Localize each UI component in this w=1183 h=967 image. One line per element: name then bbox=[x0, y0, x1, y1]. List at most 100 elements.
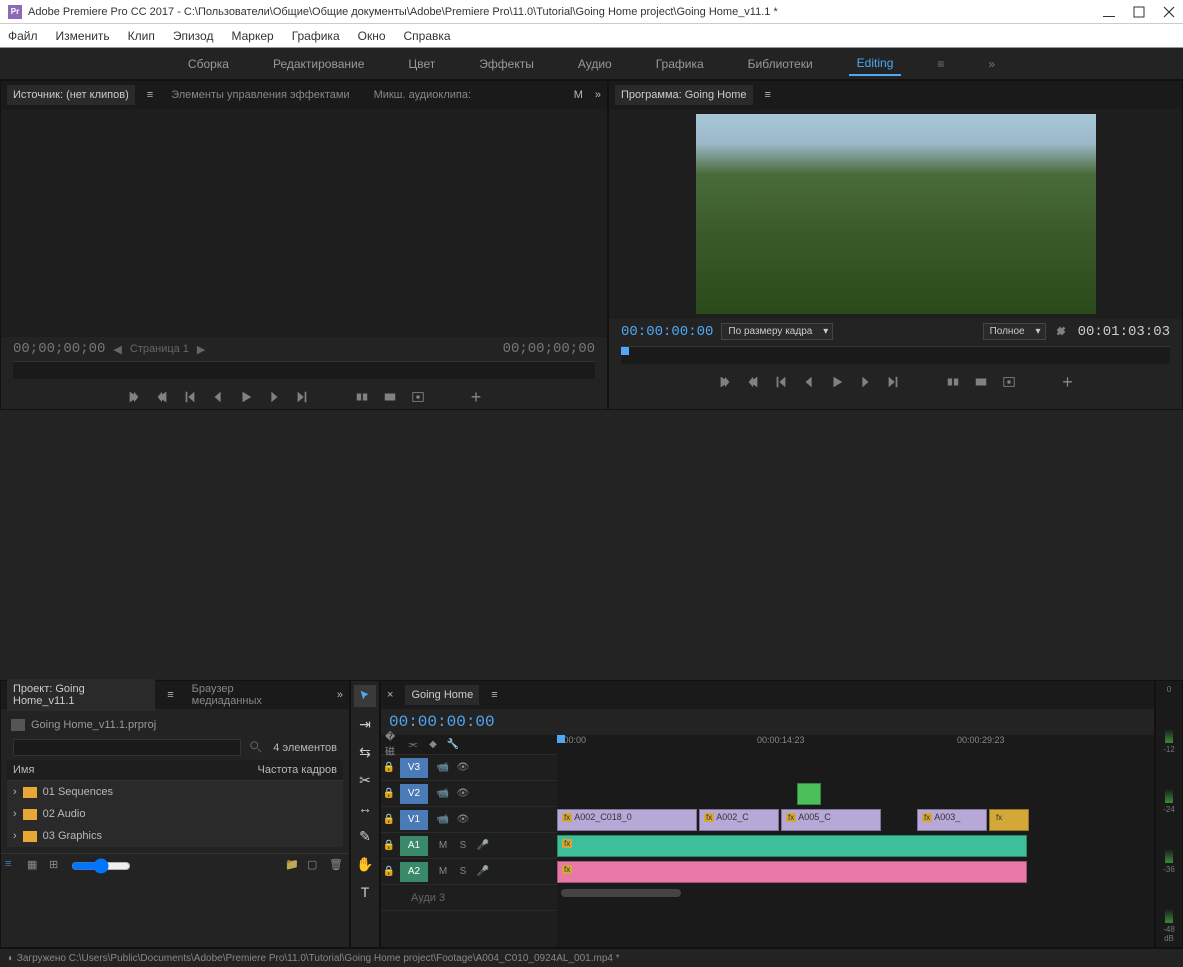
scrollbar-thumb[interactable] bbox=[561, 889, 681, 897]
workspace-effects[interactable]: Эффекты bbox=[471, 53, 542, 75]
minimize-button[interactable] bbox=[1103, 6, 1115, 18]
prog-mark-in-icon[interactable] bbox=[718, 375, 734, 391]
mark-out-icon[interactable] bbox=[155, 390, 171, 406]
timeline-ruler[interactable]: :00:00 00:00:14:23 00:00:29:23 bbox=[557, 735, 1154, 755]
tab-media-browser[interactable]: Браузер медиаданных bbox=[186, 679, 313, 711]
close-button[interactable] bbox=[1163, 6, 1175, 18]
ripple-edit-tool-icon[interactable]: ⇆ bbox=[354, 741, 376, 763]
toggle-output-icon[interactable]: 📹 bbox=[435, 812, 451, 828]
timeline-clip[interactable]: fxA005_C bbox=[781, 809, 881, 831]
zoom-slider[interactable] bbox=[71, 858, 131, 874]
linked-selection-icon[interactable]: ⫘ bbox=[405, 737, 421, 753]
project-menu-icon[interactable]: ≡ bbox=[167, 689, 173, 701]
hand-tool-icon[interactable]: ✋ bbox=[354, 853, 376, 875]
slip-tool-icon[interactable]: ↔ bbox=[354, 797, 376, 819]
razor-tool-icon[interactable]: ✂ bbox=[354, 769, 376, 791]
lock-icon[interactable]: 🔒 bbox=[381, 812, 397, 828]
timeline-tc[interactable]: 00:00:00:00 bbox=[389, 713, 495, 731]
source-add-button-icon[interactable]: + bbox=[471, 387, 482, 408]
source-tc-out[interactable]: 00;00;00;00 bbox=[503, 341, 595, 357]
step-forward-icon[interactable] bbox=[267, 390, 283, 406]
mark-in-icon[interactable] bbox=[127, 390, 143, 406]
delete-icon[interactable]: 🗑 bbox=[329, 858, 345, 874]
menu-sequence[interactable]: Эпизод bbox=[173, 29, 214, 43]
prog-step-back-icon[interactable] bbox=[802, 375, 818, 391]
menu-clip[interactable]: Клип bbox=[128, 29, 155, 43]
toggle-sync-icon[interactable]: 👁 bbox=[455, 786, 471, 802]
project-overflow-icon[interactable]: » bbox=[337, 689, 343, 701]
track-select-tool-icon[interactable]: ⇥ bbox=[354, 713, 376, 735]
go-to-out-icon[interactable] bbox=[295, 390, 311, 406]
solo-button[interactable]: S bbox=[455, 838, 471, 854]
program-add-button-icon[interactable]: + bbox=[1062, 372, 1073, 393]
track-v1[interactable]: V1 bbox=[400, 810, 428, 830]
export-frame-icon[interactable] bbox=[411, 390, 427, 406]
source-overflow-icon[interactable]: » bbox=[595, 89, 601, 101]
timeline-clip[interactable]: fxA002_C bbox=[699, 809, 779, 831]
col-name[interactable]: Имя bbox=[13, 764, 258, 776]
program-playhead[interactable] bbox=[621, 347, 629, 355]
project-search-input[interactable] bbox=[13, 739, 241, 756]
workspace-graphics[interactable]: Графика bbox=[648, 53, 712, 75]
new-bin-icon[interactable]: 📁 bbox=[285, 858, 301, 874]
source-ruler[interactable] bbox=[13, 361, 595, 379]
prog-mark-out-icon[interactable] bbox=[746, 375, 762, 391]
track-a2[interactable]: A2 bbox=[400, 862, 428, 882]
timeline-clip[interactable]: fx bbox=[989, 809, 1029, 831]
program-tc-out[interactable]: 00:01:03:03 bbox=[1078, 324, 1170, 340]
program-menu-icon[interactable]: ≡ bbox=[765, 89, 771, 101]
icon-view-icon[interactable]: ▦ bbox=[27, 858, 43, 874]
prog-play-icon[interactable] bbox=[830, 375, 846, 391]
toggle-sync-icon[interactable]: 👁 bbox=[455, 760, 471, 776]
lock-icon[interactable]: 🔒 bbox=[381, 838, 397, 854]
pen-tool-icon[interactable]: ✎ bbox=[354, 825, 376, 847]
record-icon[interactable]: 🎤 bbox=[475, 864, 491, 880]
timeline-playhead[interactable] bbox=[557, 735, 565, 743]
type-tool-icon[interactable]: T bbox=[354, 881, 376, 903]
workspace-overflow-icon[interactable]: » bbox=[980, 53, 1003, 75]
program-fit-dropdown[interactable]: По размеру кадра bbox=[721, 323, 833, 340]
source-prev-icon[interactable]: ◀ bbox=[113, 343, 121, 356]
workspace-editing-ru[interactable]: Редактирование bbox=[265, 53, 372, 75]
workspace-assembly[interactable]: Сборка bbox=[180, 53, 237, 75]
bin-item[interactable]: › 01 Sequences bbox=[7, 781, 343, 803]
prog-go-to-in-icon[interactable] bbox=[774, 375, 790, 391]
insert-icon[interactable] bbox=[355, 390, 371, 406]
overwrite-icon[interactable] bbox=[383, 390, 399, 406]
track-v3[interactable]: V3 bbox=[400, 758, 428, 778]
expand-icon[interactable]: › bbox=[13, 808, 17, 820]
tab-effect-controls[interactable]: Элементы управления эффектами bbox=[165, 85, 355, 105]
lock-icon[interactable]: 🔒 bbox=[381, 864, 397, 880]
mute-button[interactable]: M bbox=[435, 864, 451, 880]
tab-source[interactable]: Источник: (нет клипов) bbox=[7, 85, 135, 105]
maximize-button[interactable] bbox=[1133, 6, 1145, 18]
selection-tool-icon[interactable] bbox=[354, 685, 376, 707]
track-a1[interactable]: A1 bbox=[400, 836, 428, 856]
expand-icon[interactable]: › bbox=[13, 830, 17, 842]
timeline-clip[interactable]: fxA003_ bbox=[917, 809, 987, 831]
tab-program[interactable]: Программа: Going Home bbox=[615, 85, 753, 105]
lock-icon[interactable]: 🔒 bbox=[381, 786, 397, 802]
menu-help[interactable]: Справка bbox=[404, 29, 451, 43]
tab-project[interactable]: Проект: Going Home_v11.1 bbox=[7, 679, 155, 711]
prog-go-to-out-icon[interactable] bbox=[886, 375, 902, 391]
workspace-color[interactable]: Цвет bbox=[400, 53, 443, 75]
settings-icon[interactable] bbox=[1054, 324, 1070, 340]
step-back-icon[interactable] bbox=[211, 390, 227, 406]
workspace-menu-icon[interactable]: ≡ bbox=[929, 53, 952, 75]
menu-marker[interactable]: Маркер bbox=[231, 29, 273, 43]
workspace-audio[interactable]: Аудио bbox=[570, 53, 620, 75]
toggle-output-icon[interactable]: 📹 bbox=[435, 760, 451, 776]
menu-edit[interactable]: Изменить bbox=[56, 29, 110, 43]
timeline-settings-icon[interactable]: 🔧 bbox=[445, 737, 461, 753]
snap-icon[interactable]: �磁 bbox=[385, 737, 401, 753]
workspace-libraries[interactable]: Библиотеки bbox=[740, 53, 821, 75]
search-icon[interactable] bbox=[249, 740, 265, 756]
tab-audio-mixer[interactable]: Микш. аудиоклипа: bbox=[368, 85, 478, 105]
toggle-sync-icon[interactable]: 👁 bbox=[455, 812, 471, 828]
timeline-scrollbar[interactable] bbox=[557, 887, 1154, 899]
timeline-close-icon[interactable]: × bbox=[387, 689, 393, 701]
bin-item[interactable]: › 02 Audio bbox=[7, 803, 343, 825]
menu-graphics[interactable]: Графика bbox=[292, 29, 340, 43]
track-v2[interactable]: V2 bbox=[400, 784, 428, 804]
